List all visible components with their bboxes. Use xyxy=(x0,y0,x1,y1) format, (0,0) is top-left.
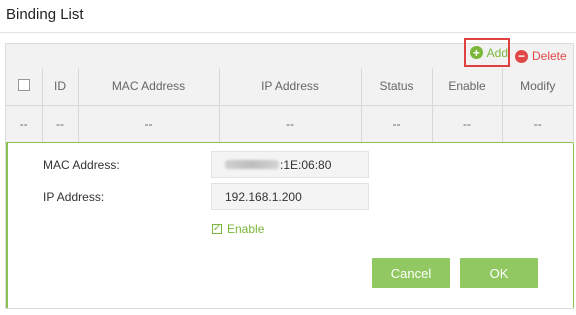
ip-address-field[interactable]: 192.168.1.200 xyxy=(211,183,369,210)
table-row: -- -- -- -- -- -- -- xyxy=(6,105,573,142)
minus-circle-icon: − xyxy=(515,49,528,63)
ip-address-value: 192.168.1.200 xyxy=(225,189,302,204)
page-title: Binding List xyxy=(6,6,84,23)
mac-address-value: :1E:06:80 xyxy=(280,157,332,172)
enable-label: Enable xyxy=(227,222,265,236)
binding-list-panel: + Add − Delete ID MAC Address IP Address… xyxy=(5,38,574,309)
table-cell-ip: -- xyxy=(219,105,362,142)
title-divider xyxy=(0,32,576,33)
add-label: Add xyxy=(486,45,508,60)
checkbox-checked-icon: ✓ xyxy=(212,223,222,234)
select-all-cell[interactable] xyxy=(6,68,43,105)
column-header-enable: Enable xyxy=(432,68,503,105)
ok-button[interactable]: OK xyxy=(460,258,538,288)
column-header-status: Status xyxy=(361,68,433,105)
cancel-button[interactable]: Cancel xyxy=(372,258,450,288)
mac-address-field[interactable]: :1E:06:80 xyxy=(211,151,369,178)
column-header-id: ID xyxy=(42,68,79,105)
select-all-checkbox[interactable] xyxy=(17,78,30,91)
binding-table: ID MAC Address IP Address Status Enable … xyxy=(6,68,573,142)
table-cell-id: -- xyxy=(42,105,79,142)
redacted-mac-prefix xyxy=(225,160,279,169)
table-header-row: ID MAC Address IP Address Status Enable … xyxy=(6,68,573,105)
binding-edit-form: MAC Address: :1E:06:80 IP Address: 192.1… xyxy=(6,142,574,308)
column-header-ip: IP Address xyxy=(219,68,362,105)
table-cell-enable: -- xyxy=(432,105,503,142)
column-header-mac: MAC Address xyxy=(78,68,220,105)
column-header-modify: Modify xyxy=(520,79,556,94)
table-cell-mac: -- xyxy=(78,105,220,142)
table-cell-modify: -- xyxy=(533,116,542,131)
delete-button[interactable]: − Delete xyxy=(515,44,567,68)
mac-address-label: MAC Address: xyxy=(43,158,120,172)
table-cell-checkbox: -- xyxy=(6,105,43,142)
plus-circle-icon: + xyxy=(470,46,483,59)
toolbar: + Add − Delete xyxy=(6,38,573,68)
add-button[interactable]: + Add xyxy=(464,38,510,67)
delete-label: Delete xyxy=(532,49,567,63)
ip-address-label: IP Address: xyxy=(43,190,105,204)
enable-checkbox[interactable]: ✓ Enable xyxy=(212,222,264,236)
table-cell-status: -- xyxy=(361,105,433,142)
